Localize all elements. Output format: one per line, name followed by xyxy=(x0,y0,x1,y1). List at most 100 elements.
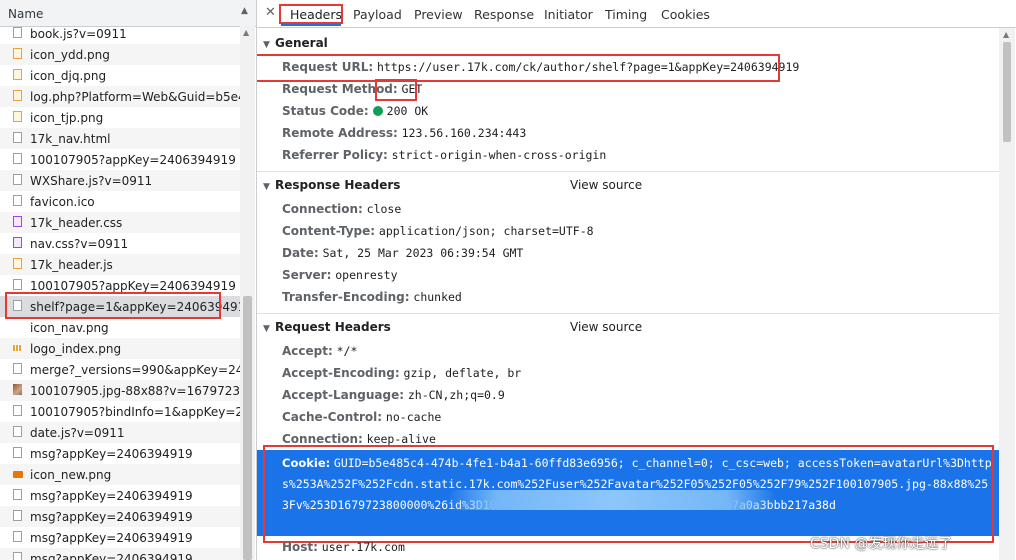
request-row[interactable]: 17k_nav.html xyxy=(0,128,240,149)
tab-payload[interactable]: Payload xyxy=(353,7,402,22)
accept-encoding-label: Accept-Encoding: xyxy=(282,366,400,380)
request-row[interactable]: merge?_versions=990&appKey=240639 xyxy=(0,359,240,380)
req-connection-label: Connection: xyxy=(282,432,363,446)
request-row[interactable]: msg?appKey=2406394919 xyxy=(0,527,240,548)
file-type-icon xyxy=(13,132,22,143)
request-row[interactable]: icon_new.png xyxy=(0,464,240,485)
content-type-row: Content-Type: application/json; charset=… xyxy=(282,224,594,238)
request-row[interactable]: 17k_header.js xyxy=(0,254,240,275)
expanded-triangle-icon: ▼ xyxy=(263,324,270,334)
tab-initiator[interactable]: Initiator xyxy=(544,7,593,22)
details-scrollbar[interactable]: ▲ xyxy=(999,28,1015,560)
general-section-toggle[interactable]: ▼ General xyxy=(263,36,328,50)
file-type-icon xyxy=(13,363,22,374)
request-name: 17k_header.css xyxy=(30,216,123,230)
request-row[interactable]: 17k_header.css xyxy=(0,212,240,233)
section-divider xyxy=(257,171,999,172)
file-type-icon xyxy=(13,27,22,38)
name-column-header[interactable]: Name xyxy=(8,7,43,21)
request-list-scrollbar[interactable]: ▲ xyxy=(240,26,255,560)
request-list-scroll-thumb[interactable] xyxy=(243,296,252,560)
request-row[interactable]: msg?appKey=2406394919 xyxy=(0,506,240,527)
response-headers-title: Response Headers xyxy=(275,178,401,192)
server-label: Server: xyxy=(282,268,332,282)
section-divider xyxy=(257,313,999,314)
request-row[interactable]: icon_nav.png xyxy=(0,317,240,338)
accept-language-label: Accept-Language: xyxy=(282,388,405,402)
file-type-icon xyxy=(13,69,22,80)
content-type-value: application/json; charset=UTF-8 xyxy=(378,224,594,238)
request-name: logo_index.png xyxy=(30,342,122,356)
response-headers-section-toggle[interactable]: ▼ Response Headers xyxy=(263,178,400,192)
sort-up-icon[interactable]: ▲ xyxy=(241,6,248,16)
request-row[interactable]: date.js?v=0911 xyxy=(0,422,240,443)
scroll-up-arrow-icon[interactable]: ▲ xyxy=(1003,30,1009,39)
cache-control-value: no-cache xyxy=(385,410,442,424)
resp-connection-label: Connection: xyxy=(282,202,363,216)
transfer-encoding-value: chunked xyxy=(413,290,462,304)
request-row[interactable]: WXShare.js?v=0911 xyxy=(0,170,240,191)
tab-headers[interactable]: Headers xyxy=(290,7,342,22)
file-type-icon xyxy=(13,300,22,311)
expanded-triangle-icon: ▼ xyxy=(263,40,270,50)
date-row: Date: Sat, 25 Mar 2023 06:39:54 GMT xyxy=(282,246,523,260)
request-row[interactable]: msg?appKey=2406394919 xyxy=(0,548,240,560)
request-row[interactable]: 100107905?appKey=2406394919 xyxy=(0,149,240,170)
request-row[interactable]: 100107905?bindInfo=1&appKey=24063 xyxy=(0,401,240,422)
request-name: icon_ydd.png xyxy=(30,48,110,62)
request-row[interactable]: icon_tjp.png xyxy=(0,107,240,128)
request-name: nav.css?v=0911 xyxy=(30,237,129,251)
file-type-icon xyxy=(13,426,22,437)
response-view-source-link[interactable]: View source xyxy=(570,178,642,192)
request-view-source-link[interactable]: View source xyxy=(570,320,642,334)
cache-control-row: Cache-Control: no-cache xyxy=(282,410,441,424)
request-row[interactable]: 100107905?appKey=2406394919 xyxy=(0,275,240,296)
request-name: 100107905?appKey=2406394919 xyxy=(30,153,236,167)
tab-timing[interactable]: Timing xyxy=(605,7,647,22)
accept-language-value: zh-CN,zh;q=0.9 xyxy=(407,388,505,402)
status-code-row: Status Code: 200 OK xyxy=(282,104,428,118)
active-tab-indicator xyxy=(281,24,341,26)
request-row[interactable]: icon_djq.png xyxy=(0,65,240,86)
accept-value: */* xyxy=(336,344,358,358)
accept-encoding-row: Accept-Encoding: gzip, deflate, br xyxy=(282,366,521,380)
request-row[interactable]: logo_index.png xyxy=(0,338,240,359)
request-row[interactable]: 100107905.jpg-88x88?v=167972380000 xyxy=(0,380,240,401)
request-name: WXShare.js?v=0911 xyxy=(30,174,153,188)
tab-preview[interactable]: Preview xyxy=(414,7,463,22)
file-type-icon xyxy=(13,384,22,395)
request-row[interactable]: icon_ydd.png xyxy=(0,44,240,65)
request-name: date.js?v=0911 xyxy=(30,426,125,440)
file-type-icon xyxy=(13,447,22,458)
request-row[interactable]: nav.css?v=0911 xyxy=(0,233,240,254)
request-row[interactable]: favicon.ico xyxy=(0,191,240,212)
request-row[interactable]: book.js?v=0911 xyxy=(0,23,240,44)
close-icon[interactable]: ✕ xyxy=(265,5,276,20)
request-row[interactable]: log.php?Platform=Web&Guid=b5e485c xyxy=(0,86,240,107)
request-name: icon_nav.png xyxy=(30,321,109,335)
file-type-icon xyxy=(13,552,22,560)
request-row-selected[interactable]: shelf?page=1&appKey=2406394919 xyxy=(0,296,240,317)
tab-response[interactable]: Response xyxy=(474,7,534,22)
tab-cookies[interactable]: Cookies xyxy=(661,7,710,22)
host-value: user.17k.com xyxy=(321,540,405,554)
request-name: msg?appKey=2406394919 xyxy=(30,510,193,524)
file-type-icon xyxy=(13,531,22,542)
accept-language-row: Accept-Language: zh-CN,zh;q=0.9 xyxy=(282,388,505,402)
scroll-up-arrow-icon[interactable]: ▲ xyxy=(243,28,249,37)
accept-row: Accept: */* xyxy=(282,344,357,358)
host-row: Host: user.17k.com xyxy=(282,540,405,554)
file-type-icon xyxy=(13,237,22,248)
file-type-icon xyxy=(13,111,22,122)
request-row[interactable]: msg?appKey=2406394919 xyxy=(0,485,240,506)
request-name: favicon.ico xyxy=(30,195,95,209)
cache-control-label: Cache-Control: xyxy=(282,410,383,424)
csdn-watermark: CSDN @发现你走远了 xyxy=(810,536,953,552)
file-type-icon xyxy=(13,345,22,351)
request-row[interactable]: msg?appKey=2406394919 xyxy=(0,443,240,464)
request-name: 100107905?bindInfo=1&appKey=24063 xyxy=(30,405,240,419)
request-headers-section-toggle[interactable]: ▼ Request Headers xyxy=(263,320,391,334)
remote-address-value: 123.56.160.234:443 xyxy=(401,126,527,140)
details-scroll-thumb[interactable] xyxy=(1003,42,1011,142)
accept-encoding-value: gzip, deflate, br xyxy=(403,366,522,380)
